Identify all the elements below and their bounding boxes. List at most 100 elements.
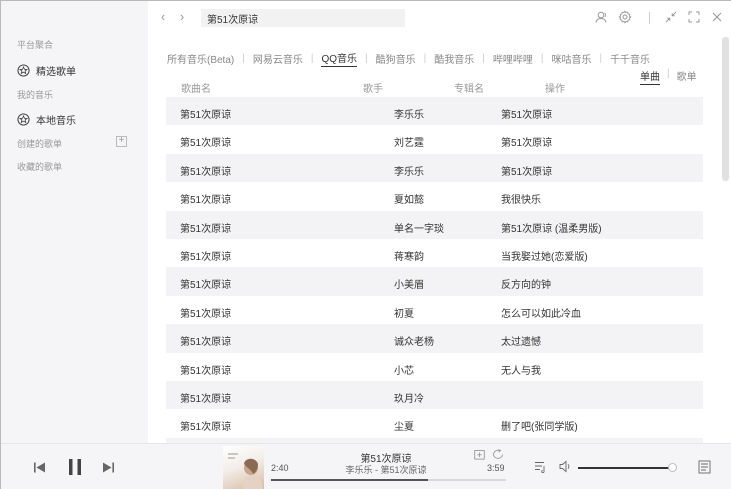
song-row[interactable]: 第51次原谅 夏如懿 我很快乐 bbox=[166, 182, 703, 210]
tab-bilibili[interactable]: 哔哩哔哩 bbox=[493, 51, 533, 66]
next-icon[interactable] bbox=[102, 461, 115, 474]
mode-playlist[interactable]: 歌单 bbox=[677, 68, 697, 85]
add-to-playlist-icon[interactable] bbox=[474, 449, 485, 460]
lyrics-icon[interactable] bbox=[698, 460, 711, 474]
playlist-queue-icon[interactable] bbox=[534, 460, 547, 473]
song-row[interactable]: 第51次原谅 李乐乐 第51次原谅 bbox=[166, 97, 703, 126]
compress-icon[interactable] bbox=[664, 10, 678, 24]
forward-arrow-icon[interactable]: › bbox=[176, 10, 188, 24]
fullscreen-icon[interactable] bbox=[687, 10, 701, 24]
song-row[interactable]: 第51次原谅 诚众老杨 太过遗憾 bbox=[166, 324, 703, 353]
album-cell[interactable]: 第51次原谅 bbox=[501, 163, 552, 178]
artist-cell[interactable]: 小芯 bbox=[394, 362, 414, 377]
add-playlist-icon[interactable]: + bbox=[116, 136, 127, 147]
volume-slider[interactable] bbox=[578, 463, 678, 472]
close-icon[interactable] bbox=[710, 10, 724, 24]
pause-icon[interactable] bbox=[67, 458, 83, 476]
volume-knob[interactable] bbox=[668, 463, 678, 472]
progress-slider[interactable] bbox=[271, 479, 506, 481]
artist-cell[interactable]: 玖月冷 bbox=[394, 390, 424, 405]
album-cell[interactable]: 第51次原谅 (温柔男版) bbox=[501, 220, 602, 235]
star-circle-icon bbox=[17, 113, 30, 126]
artist-cell[interactable]: 蒋寒韵 bbox=[394, 248, 424, 263]
tab-kugou[interactable]: 酷狗音乐 bbox=[376, 51, 416, 66]
tab-all[interactable]: 所有音乐(Beta) bbox=[167, 51, 234, 66]
artist-cell[interactable]: 小美眉 bbox=[394, 276, 424, 291]
sidebar-item-featured[interactable]: 精选歌单 bbox=[17, 63, 76, 78]
mode-single[interactable]: 单曲 bbox=[640, 68, 660, 85]
album-cell[interactable]: 删了吧(张同学版) bbox=[501, 418, 578, 433]
song-row[interactable]: 第51次原谅 蒋寒韵 当我娶过她(恋爱版) bbox=[166, 239, 703, 267]
mode-divider: | bbox=[667, 68, 670, 79]
sidebar-section-mine: 我的音乐 bbox=[17, 90, 54, 100]
artist-cell[interactable]: 刘艺霆 bbox=[394, 134, 424, 149]
song-title-cell: 第51次原谅 bbox=[180, 393, 232, 405]
song-title-cell: 第51次原谅 bbox=[180, 422, 232, 434]
tab-migu[interactable]: 咪咕音乐 bbox=[551, 51, 591, 66]
user-icon[interactable] bbox=[595, 10, 609, 24]
sidebar-item-label: 精选歌单 bbox=[36, 67, 76, 78]
album-cell[interactable]: 当我娶过她(恋爱版) bbox=[501, 248, 588, 263]
song-row[interactable]: 第51次原谅 刘艺霆 第51次原谅 bbox=[166, 125, 703, 153]
toolbar-divider bbox=[649, 12, 650, 24]
now-playing-subtitle: 李乐乐 - 第51次原谅 bbox=[345, 465, 427, 475]
album-cell[interactable]: 第51次原谅 bbox=[501, 134, 552, 149]
song-title-cell: 第51次原谅 bbox=[180, 365, 232, 377]
volume-fill bbox=[578, 467, 674, 469]
cover-art-icon bbox=[228, 453, 263, 489]
source-tabs: 所有音乐(Beta) | 网易云音乐 | QQ音乐 | 酷狗音乐 | 酷我音乐 … bbox=[167, 50, 650, 67]
gear-icon[interactable] bbox=[618, 10, 632, 24]
player-bar: 第51次原谅 李乐乐 - 第51次原谅 2:40 3:59 bbox=[1, 443, 731, 489]
tab-divider: | bbox=[365, 53, 368, 64]
search-input[interactable] bbox=[201, 9, 405, 27]
album-cover[interactable] bbox=[223, 446, 264, 489]
tab-netease[interactable]: 网易云音乐 bbox=[253, 51, 303, 66]
artist-cell[interactable]: 初夏 bbox=[394, 305, 414, 320]
song-row[interactable]: 第51次原谅 李乐乐 第51次原谅 bbox=[166, 153, 703, 183]
star-circle-icon bbox=[17, 64, 30, 77]
song-title-cell: 第51次原谅 bbox=[180, 195, 232, 207]
artist-cell[interactable]: 诚众老杨 bbox=[394, 333, 434, 348]
previous-icon[interactable] bbox=[33, 461, 46, 474]
song-title-cell: 第51次原谅 bbox=[180, 251, 232, 263]
tab-divider: | bbox=[599, 53, 603, 64]
artist-cell[interactable]: 夏如懿 bbox=[394, 191, 424, 206]
artist-cell[interactable]: 李乐乐 bbox=[394, 163, 424, 178]
tab-divider: | bbox=[242, 53, 245, 64]
song-row[interactable]: 第51次原谅 小芯 无人与我 bbox=[166, 353, 703, 381]
album-cell[interactable]: 第51次原谅 bbox=[501, 106, 552, 121]
song-list: 第51次原谅 李乐乐 第51次原谅 第51次原谅 刘艺霆 第51次原谅 第51次原谅 李乐乐第… bbox=[166, 97, 703, 443]
back-arrow-icon[interactable]: ‹ bbox=[157, 10, 169, 24]
volume-icon[interactable] bbox=[559, 460, 572, 473]
sidebar: 平台聚合 精选歌单 我的音乐 本地音乐 创建的歌单 + 收藏的歌单 bbox=[1, 1, 148, 443]
album-cell[interactable]: 反方向的钟 bbox=[501, 276, 551, 291]
tab-kuwo[interactable]: 酷我音乐 bbox=[434, 51, 474, 66]
column-header-song: 歌曲名 bbox=[181, 84, 211, 95]
repeat-icon[interactable] bbox=[492, 449, 504, 460]
column-header-album: 专辑名 bbox=[454, 84, 484, 95]
sidebar-section-platform: 平台聚合 bbox=[17, 40, 54, 50]
scrollbar-thumb[interactable] bbox=[722, 37, 729, 181]
song-title-cell: 第51次原谅 bbox=[180, 280, 232, 292]
column-header-artist: 歌手 bbox=[363, 84, 383, 95]
sidebar-item-label: 本地音乐 bbox=[36, 116, 76, 127]
artist-cell[interactable]: 尘夏 bbox=[394, 418, 414, 433]
song-row[interactable]: 第51次原谅 小美眉 反方向的钟 bbox=[166, 267, 703, 296]
total-duration: 3:59 bbox=[487, 463, 505, 473]
search-mode-switch: 单曲 | 歌单 bbox=[640, 68, 697, 85]
artist-cell[interactable]: 单名一字琰 bbox=[394, 220, 444, 235]
tab-qianqian[interactable]: 千千音乐 bbox=[610, 51, 650, 66]
song-row[interactable]: 第51次原谅 单名一字琰 第51次原谅 (温柔男版) bbox=[166, 210, 703, 239]
album-cell[interactable]: 无人与我 bbox=[501, 362, 541, 377]
album-cell[interactable]: 我很快乐 bbox=[501, 191, 541, 206]
song-row[interactable]: 第51次原谅 玖月冷 bbox=[166, 380, 703, 410]
tab-qq[interactable]: QQ音乐 bbox=[321, 50, 358, 67]
sidebar-item-local[interactable]: 本地音乐 bbox=[17, 112, 76, 127]
song-title-cell: 第51次原谅 bbox=[180, 337, 232, 349]
album-cell[interactable]: 怎么可以如此冷血 bbox=[501, 305, 581, 320]
song-row[interactable]: 第51次原谅 尘夏 删了吧(张同学版) bbox=[166, 409, 703, 437]
tab-divider: | bbox=[423, 53, 427, 64]
song-row[interactable]: 第51次原谅 初夏 怎么可以如此冷血 bbox=[166, 296, 703, 324]
artist-cell[interactable]: 李乐乐 bbox=[394, 106, 424, 121]
album-cell[interactable]: 太过遗憾 bbox=[501, 333, 541, 348]
